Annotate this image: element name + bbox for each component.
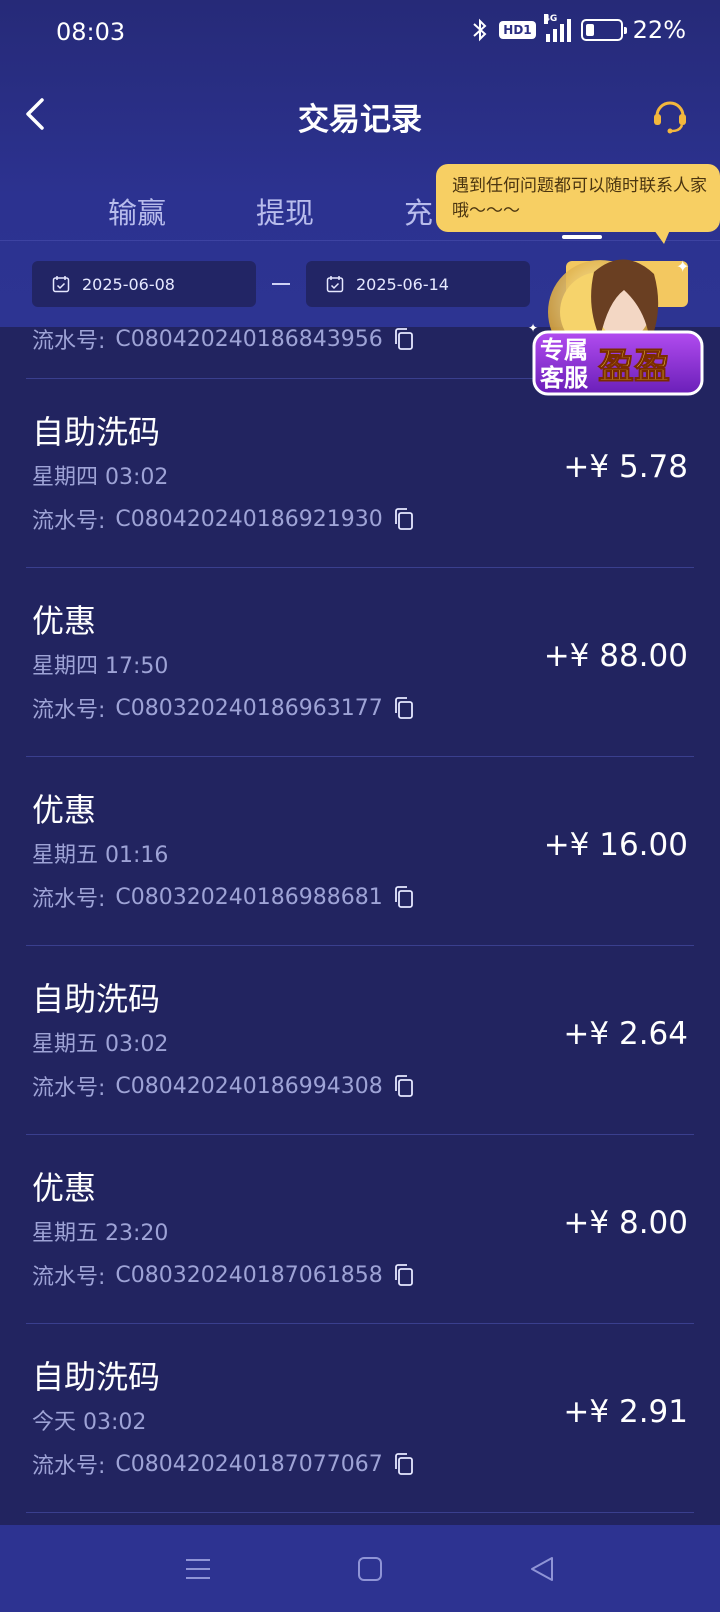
menu-icon[interactable] bbox=[182, 1553, 214, 1585]
svg-text:✦: ✦ bbox=[676, 257, 689, 276]
transaction-type: 优惠 bbox=[32, 602, 97, 640]
copy-icon[interactable] bbox=[393, 1074, 415, 1098]
bluetooth-icon bbox=[473, 18, 487, 42]
transaction-time: 星期五 01:16 bbox=[32, 843, 169, 868]
transaction-type: 自助洗码 bbox=[32, 413, 161, 451]
serial-number: C080320240187061858 bbox=[115, 1262, 383, 1288]
status-icons: HD1 4G 22% bbox=[471, 14, 686, 44]
network-type: 4G bbox=[543, 14, 558, 24]
copy-icon[interactable] bbox=[393, 885, 415, 909]
tabs-divider bbox=[0, 240, 720, 241]
serial-label: 流水号: bbox=[32, 1076, 106, 1101]
battery-percent: 22% bbox=[632, 16, 686, 44]
promo-line1: 专属 bbox=[540, 336, 588, 364]
exclusive-support-badge[interactable]: ✦ ✦ 专属 客服 盈盈 bbox=[528, 250, 714, 410]
transaction-amount: +¥ 2.64 bbox=[563, 1016, 688, 1052]
transaction-serial: 流水号: C080420240186921930 bbox=[32, 503, 415, 535]
tab-deposit[interactable]: 充 bbox=[404, 190, 433, 232]
transaction-item[interactable]: 优惠星期四 17:50 流水号: C080320240186963177 +¥ 88.… bbox=[0, 568, 720, 757]
transaction-serial: 流水号: C080320240186963177 bbox=[32, 692, 415, 724]
transaction-serial: 流水号: C080420240187077067 bbox=[32, 1448, 415, 1480]
nav-bar: 交易记录 bbox=[0, 80, 720, 150]
system-navigation-bar bbox=[0, 1525, 720, 1612]
status-bar: 08:03 HD1 4G 22% bbox=[0, 0, 720, 66]
copy-icon[interactable] bbox=[393, 507, 415, 531]
end-date-value: 2025-06-14 bbox=[356, 274, 449, 294]
serial-number: C080320240186963177 bbox=[115, 695, 383, 721]
transaction-amount: +¥ 16.00 bbox=[543, 827, 688, 863]
tab-win-loss[interactable]: 输赢 bbox=[108, 190, 166, 232]
promo-line2: 客服 bbox=[540, 364, 589, 392]
transaction-time: 星期五 23:20 bbox=[32, 1221, 169, 1246]
transaction-type: 优惠 bbox=[32, 1169, 97, 1207]
transaction-type: 自助洗码 bbox=[32, 1358, 161, 1396]
svg-text:✦: ✦ bbox=[528, 321, 538, 335]
start-date-picker[interactable]: 2025-06-08 bbox=[32, 261, 256, 307]
transaction-serial: 流水号: C080420240186994308 bbox=[32, 1070, 415, 1102]
date-range-separator bbox=[272, 283, 290, 285]
transaction-serial: 流水号: C080320240187061858 bbox=[32, 1259, 415, 1291]
active-tab-indicator bbox=[562, 235, 602, 239]
battery-icon bbox=[580, 19, 627, 41]
support-tooltip: 遇到任何问题都可以随时联系人家哦～～～ bbox=[436, 164, 720, 244]
serial-label: 流水号: bbox=[32, 887, 106, 912]
transaction-amount: +¥ 88.00 bbox=[543, 638, 688, 674]
tab-withdraw[interactable]: 提现 bbox=[256, 190, 314, 232]
transaction-item[interactable]: 自助洗码星期五 03:02 流水号: C080420240186994308 +¥ 2… bbox=[0, 946, 720, 1135]
transaction-amount: +¥ 8.00 bbox=[563, 1205, 688, 1241]
page-title: 交易记录 bbox=[298, 102, 422, 138]
copy-icon[interactable] bbox=[393, 696, 415, 720]
transaction-serial: 流水号: C080320240186988681 bbox=[32, 881, 415, 913]
transaction-time: 星期五 03:02 bbox=[32, 1032, 169, 1057]
hd-icon: HD1 bbox=[499, 21, 536, 39]
serial-label: 流水号: bbox=[32, 698, 106, 723]
transaction-item[interactable]: 自助洗码今天 03:02 流水号: C080420240187077067 +¥ 2.… bbox=[0, 1324, 720, 1513]
copy-icon[interactable] bbox=[393, 1452, 415, 1476]
copy-icon[interactable] bbox=[393, 1263, 415, 1287]
end-date-picker[interactable]: 2025-06-14 bbox=[306, 261, 530, 307]
transaction-item[interactable]: 优惠星期五 01:16 流水号: C080320240186988681 +¥ 16.… bbox=[0, 757, 720, 946]
calendar-icon bbox=[326, 276, 344, 293]
serial-number: C08042024018684395­6 bbox=[115, 327, 383, 352]
transaction-type: 优惠 bbox=[32, 791, 97, 829]
serial-label: 流水号: bbox=[32, 1454, 106, 1479]
back-triangle-icon[interactable] bbox=[526, 1553, 558, 1585]
serial-number: C080420240186921930 bbox=[115, 506, 383, 532]
promo-name: 盈盈 bbox=[598, 346, 670, 387]
transaction-type: 自助洗码 bbox=[32, 980, 161, 1018]
serial-number: C080420240186994308 bbox=[115, 1073, 383, 1099]
start-date-value: 2025-06-08 bbox=[82, 274, 175, 294]
transaction-list[interactable]: 流水号: C08042024018684395­6 自助洗码 星期四 03:02 流… bbox=[0, 327, 720, 1525]
transaction-amount: +¥ 2.91 bbox=[563, 1394, 688, 1430]
partial-serial: 流水号: C08042024018684395­6 bbox=[32, 327, 415, 355]
transaction-amount: +¥ 5.78 bbox=[563, 449, 688, 485]
status-time: 08:03 bbox=[56, 18, 126, 46]
serial-label: 流水号: bbox=[32, 509, 106, 534]
calendar-icon bbox=[52, 276, 70, 293]
signal-icon: 4G bbox=[543, 14, 571, 42]
serial-number: C080320240186988681 bbox=[115, 884, 383, 910]
transaction-time: 星期四 03:02 bbox=[32, 465, 169, 490]
serial-label: 流水号: bbox=[32, 329, 106, 354]
headset-icon[interactable] bbox=[650, 94, 690, 134]
copy-icon[interactable] bbox=[393, 327, 415, 351]
transaction-item[interactable]: 优惠星期五 23:20 流水号: C080320240187061858 +¥ 8.0… bbox=[0, 1135, 720, 1324]
list-divider bbox=[26, 1512, 694, 1513]
serial-number: C080420240187077067 bbox=[115, 1451, 383, 1477]
home-icon[interactable] bbox=[354, 1553, 386, 1585]
transaction-time: 今天 03:02 bbox=[32, 1410, 147, 1435]
serial-label: 流水号: bbox=[32, 1265, 106, 1290]
transaction-time: 星期四 17:50 bbox=[32, 654, 169, 679]
